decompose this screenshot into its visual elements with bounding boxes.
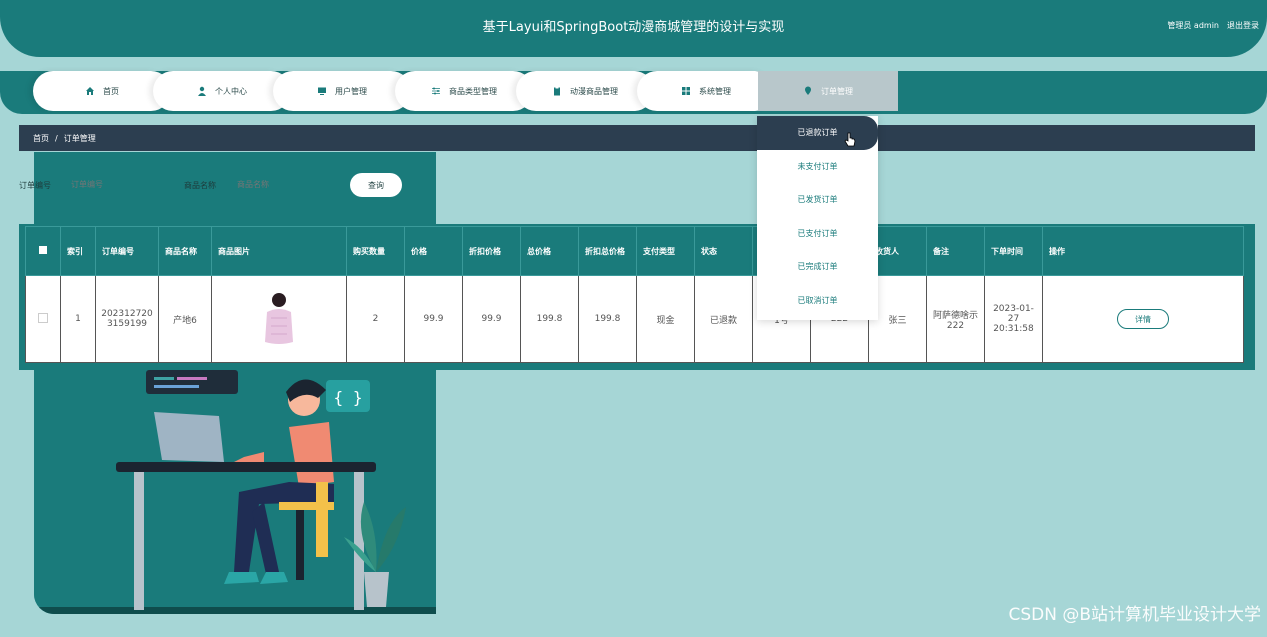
submenu-item-completed[interactable]: 已完成订单 bbox=[757, 250, 878, 284]
page-title: 基于Layui和SpringBoot动漫商城管理的设计与实现 bbox=[482, 20, 785, 35]
sliders-icon bbox=[432, 87, 440, 95]
nav-item-label: 首页 bbox=[103, 86, 119, 96]
nav-item-orders[interactable]: 订单管理 bbox=[758, 71, 898, 111]
col-header: 折扣总价格 bbox=[578, 226, 637, 276]
svg-text:{ }: { } bbox=[334, 388, 363, 407]
nav-item-home[interactable]: 首页 bbox=[33, 71, 171, 111]
detail-button[interactable]: 详情 bbox=[1117, 309, 1169, 329]
logout-link[interactable]: 退出登录 bbox=[1227, 20, 1259, 31]
col-header: 商品名称 bbox=[158, 226, 212, 276]
nav-item-users[interactable]: 用户管理 bbox=[273, 71, 411, 111]
monitor-icon bbox=[318, 87, 326, 95]
cell-status: 已退款 bbox=[694, 275, 753, 363]
cell-total: 199.8 bbox=[520, 275, 579, 363]
search-button[interactable]: 查询 bbox=[350, 173, 402, 197]
user-area: 管理员 admin 退出登录 bbox=[1167, 20, 1259, 31]
col-header: 索引 bbox=[60, 226, 96, 276]
mouse-pointer-icon bbox=[844, 132, 856, 147]
table-row: 1 2023127203159199 产地6 2 99.9 99.9 199.8… bbox=[25, 275, 1244, 363]
header: 基于Layui和SpringBoot动漫商城管理的设计与实现 管理员 admin… bbox=[0, 0, 1267, 57]
admin-user-label[interactable]: 管理员 admin bbox=[1167, 20, 1219, 31]
nav-item-label: 商品类型管理 bbox=[449, 86, 497, 96]
orders-table-container: 索引 订单编号 商品名称 商品图片 购买数量 价格 折扣价格 总价格 折扣总价格… bbox=[19, 224, 1255, 370]
table-header-row: 索引 订单编号 商品名称 商品图片 购买数量 价格 折扣价格 总价格 折扣总价格… bbox=[25, 226, 1244, 276]
nav-item-product-types[interactable]: 商品类型管理 bbox=[395, 71, 533, 111]
order-no-label: 订单编号 bbox=[19, 181, 51, 190]
nav-item-label: 系统管理 bbox=[699, 86, 731, 96]
clipboard-icon bbox=[554, 87, 560, 96]
cell-discount-total: 199.8 bbox=[578, 275, 637, 363]
cell-qty: 2 bbox=[346, 275, 405, 363]
cell-time: 2023-01-27 20:31:58 bbox=[984, 275, 1043, 363]
breadcrumb: 首页 / 订单管理 bbox=[19, 125, 1255, 151]
cell-remark: 阿萨德啥示222 bbox=[926, 275, 985, 363]
cell-discount-price: 99.9 bbox=[462, 275, 521, 363]
nav-item-label: 个人中心 bbox=[215, 86, 247, 96]
select-all-checkbox[interactable] bbox=[25, 226, 61, 276]
nav-bar: 首页 个人中心 用户管理 商品类型管理 动漫商品管理 系统管理 订单管理 bbox=[0, 71, 1267, 114]
col-header: 折扣价格 bbox=[462, 226, 521, 276]
submenu-item-unpaid[interactable]: 未支付订单 bbox=[757, 150, 878, 184]
product-thumbnail-image bbox=[265, 292, 293, 344]
order-no-input[interactable] bbox=[63, 172, 178, 197]
breadcrumb-separator: / bbox=[55, 133, 58, 143]
nav-item-system[interactable]: 系统管理 bbox=[637, 71, 775, 111]
row-checkbox[interactable] bbox=[25, 275, 61, 363]
nav-item-label: 订单管理 bbox=[821, 86, 853, 96]
person-icon bbox=[198, 86, 206, 96]
col-header: 状态 bbox=[694, 226, 753, 276]
breadcrumb-current: 订单管理 bbox=[63, 133, 96, 143]
illustration-panel: { } bbox=[34, 152, 436, 614]
orders-table: 索引 订单编号 商品名称 商品图片 购买数量 价格 折扣价格 总价格 折扣总价格… bbox=[25, 226, 1244, 363]
col-header: 总价格 bbox=[520, 226, 579, 276]
col-header: 操作 bbox=[1042, 226, 1244, 276]
col-header: 备注 bbox=[926, 226, 985, 276]
col-header: 商品图片 bbox=[211, 226, 347, 276]
col-header: 购买数量 bbox=[346, 226, 405, 276]
product-name-input[interactable] bbox=[229, 172, 342, 197]
developer-illustration: { } bbox=[34, 152, 436, 614]
cell-price: 99.9 bbox=[404, 275, 463, 363]
cell-product-image bbox=[211, 275, 347, 363]
watermark: CSDN @B站计算机毕业设计大学 bbox=[1008, 605, 1261, 625]
breadcrumb-home[interactable]: 首页 bbox=[33, 133, 49, 144]
col-header: 支付类型 bbox=[636, 226, 695, 276]
grid-icon bbox=[682, 87, 690, 95]
col-header: 下单时间 bbox=[984, 226, 1043, 276]
cell-pay-type: 现金 bbox=[636, 275, 695, 363]
col-header: 价格 bbox=[404, 226, 463, 276]
submenu-item-refunded[interactable]: 已退款订单 bbox=[757, 116, 878, 150]
nav-item-label: 动漫商品管理 bbox=[570, 86, 618, 96]
product-name-label: 商品名称 bbox=[184, 181, 216, 190]
cell-action: 详情 bbox=[1042, 275, 1244, 363]
submenu-item-paid[interactable]: 已支付订单 bbox=[757, 217, 878, 251]
cell-index: 1 bbox=[60, 275, 96, 363]
submenu-item-shipped[interactable]: 已发货订单 bbox=[757, 183, 878, 217]
submenu-item-cancelled[interactable]: 已取消订单 bbox=[757, 284, 878, 318]
nav-item-profile[interactable]: 个人中心 bbox=[153, 71, 291, 111]
cell-order-no: 2023127203159199 bbox=[95, 275, 159, 363]
home-icon bbox=[86, 87, 94, 95]
cell-product: 产地6 bbox=[158, 275, 212, 363]
order-submenu-dropdown: 已退款订单 未支付订单 已发货订单 已支付订单 已完成订单 已取消订单 bbox=[757, 116, 878, 320]
col-header: 订单编号 bbox=[95, 226, 159, 276]
nav-item-label: 用户管理 bbox=[335, 86, 367, 96]
location-pin-icon bbox=[805, 86, 811, 95]
nav-item-anime-products[interactable]: 动漫商品管理 bbox=[516, 71, 654, 111]
